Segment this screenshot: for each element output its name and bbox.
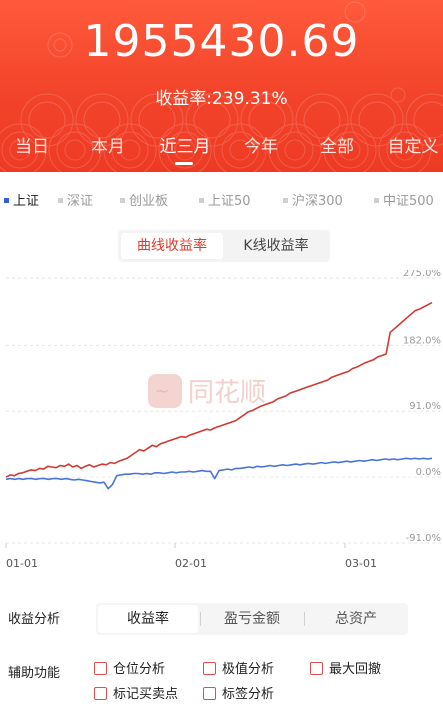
y-tick-label: 182.0%: [403, 335, 441, 346]
return-rate: 收益率:239.31%: [155, 89, 288, 109]
index-tabs: 上证 深证 创业板 上证50 沪深300 中证500: [0, 186, 443, 212]
checkbox-icon: [310, 662, 323, 675]
index-marker-icon: [374, 198, 379, 203]
checkbox-label: 极值分析: [222, 662, 275, 677]
y-tick-label: 0.0%: [416, 467, 441, 478]
checkbox-icon: [203, 662, 216, 675]
chart-type-toggle: 曲线收益率 K线收益率: [118, 230, 330, 262]
checkbox-label: 最大回撤: [329, 662, 382, 677]
mark-trades-checkbox[interactable]: 标记买卖点: [94, 686, 178, 704]
index-tab-csi500[interactable]: 中证500: [374, 190, 434, 209]
tab-total-assets[interactable]: 总资产: [304, 603, 408, 635]
index-tab-label: 深证: [67, 194, 94, 209]
watermark: ~ 同花顺: [148, 374, 266, 408]
y-tick-label: -91.0%: [406, 533, 441, 544]
index-tab-label: 中证500: [383, 194, 434, 209]
index-marker-icon: [199, 198, 204, 203]
analysis-label: 收益分析: [8, 612, 61, 627]
checkbox-icon: [94, 687, 107, 700]
tab-return-rate[interactable]: 收益率: [98, 605, 198, 633]
index-tab-label: 沪深300: [292, 194, 343, 209]
y-tick-label: 275.0%: [403, 270, 441, 279]
watermark-logo-glyph: ~: [154, 381, 169, 402]
tab-all[interactable]: 全部: [307, 132, 367, 157]
index-marker-icon: [283, 198, 288, 203]
x-axis-ticks: 01-01 02-01 03-01: [5, 543, 377, 570]
hero-header: 1955430.69 收益率:239.31% 当日 本月 近三月 今年 全部 自…: [0, 0, 443, 172]
y-tick-label: 91.0%: [409, 401, 441, 412]
x-tick-label: 03-01: [345, 557, 377, 570]
aux-label: 辅助功能: [8, 666, 61, 681]
tab-today[interactable]: 当日: [2, 132, 62, 157]
return-chart: ~ 同花顺 275.0%182.0%91.0%0.0%-91.0% 01-01 0…: [5, 270, 443, 570]
y-axis-ticks: 275.0% 182.0% 91.0% 0.0% -91.0%: [403, 270, 441, 544]
tab-this-month[interactable]: 本月: [78, 132, 138, 157]
checkbox-label: 标记买卖点: [113, 687, 179, 702]
checkbox-label: 仓位分析: [113, 662, 166, 677]
index-tab-label: 上证50: [208, 194, 251, 209]
index-marker-icon: [120, 198, 125, 203]
checkbox-icon: [203, 687, 216, 700]
index-tab-sse50[interactable]: 上证50: [199, 190, 251, 209]
index-tab-chinext[interactable]: 创业板: [120, 190, 168, 209]
index-tab-label: 上证: [13, 194, 40, 209]
watermark-text: 同花顺: [188, 378, 266, 408]
position-analysis-checkbox[interactable]: 仓位分析: [94, 661, 165, 679]
index-marker-icon: [4, 198, 9, 203]
index-tab-shenzhen[interactable]: 深证: [58, 190, 93, 209]
index-tab-label: 创业板: [129, 194, 169, 209]
tab-last-three-months[interactable]: 近三月: [155, 132, 215, 157]
x-tick-label: 01-01: [6, 557, 38, 570]
checkbox-icon: [94, 662, 107, 675]
tab-profit-loss[interactable]: 盈亏金额: [200, 603, 304, 635]
tab-this-year[interactable]: 今年: [231, 132, 291, 157]
checkbox-label: 标签分析: [222, 687, 275, 702]
chart-grid: [6, 277, 443, 544]
total-assets-value: 1955430.69: [83, 16, 360, 67]
index-marker-icon: [58, 198, 63, 203]
tag-analysis-checkbox[interactable]: 标签分析: [203, 686, 274, 704]
index-tab-shanghai[interactable]: 上证: [4, 190, 39, 209]
period-tabs: 当日 本月 近三月 今年 全部 自定义: [0, 132, 443, 168]
curve-return-button[interactable]: 曲线收益率: [121, 233, 223, 259]
active-tab-indicator: [175, 162, 193, 165]
index-return-line: [5, 457, 433, 490]
kline-return-button[interactable]: K线收益率: [225, 233, 327, 259]
x-tick-label: 02-01: [175, 557, 207, 570]
index-tab-csi300[interactable]: 沪深300: [283, 190, 343, 209]
analysis-tabs: 收益率 盈亏金额 总资产: [96, 603, 408, 635]
tab-custom[interactable]: 自定义: [383, 132, 443, 157]
extreme-analysis-checkbox[interactable]: 极值分析: [203, 661, 274, 679]
max-drawdown-checkbox[interactable]: 最大回撤: [310, 661, 381, 679]
